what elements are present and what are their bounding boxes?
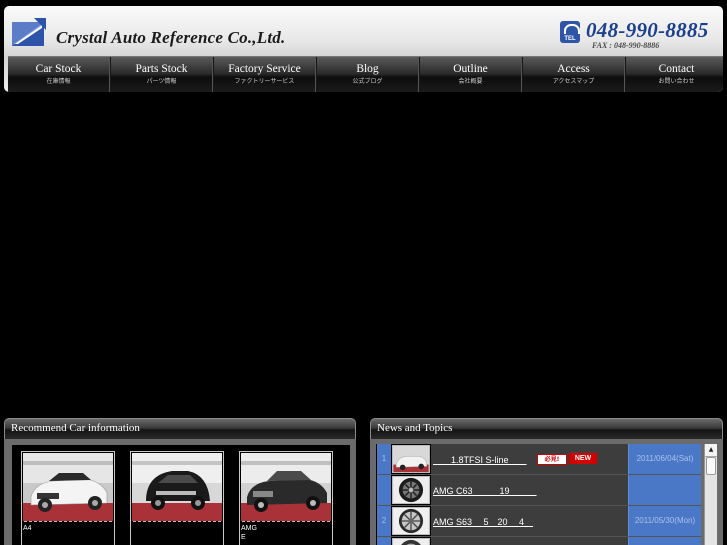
recommend-panel-header: Recommend Car information [4, 418, 356, 439]
phone-number: 048-990-8885 [586, 18, 709, 42]
company-name[interactable]: Crystal Auto Reference Co.,Ltd. [56, 28, 285, 48]
tel-icon-label: TEL [564, 36, 576, 42]
car-caption-line1: AMG [241, 525, 257, 532]
car-caption-line2: E [241, 534, 246, 541]
news-thumbnail[interactable] [392, 445, 430, 473]
news-link[interactable]: AMG C63 19 [433, 484, 537, 497]
news-number [377, 475, 391, 505]
nav-label: Factory Service [228, 63, 301, 75]
news-date: 2011/05/30(Mon) [628, 506, 701, 536]
car-photo[interactable] [132, 453, 222, 521]
news-number [377, 537, 391, 545]
car-card[interactable]: A4 [21, 451, 115, 545]
nav-label: Outline [453, 63, 488, 75]
news-date [628, 537, 701, 545]
caption-divider [242, 521, 330, 522]
nav-item-outline[interactable]: Outline 会社概要 [419, 57, 522, 92]
nav-sublabel: お問い合わせ [658, 78, 695, 85]
nav-sublabel: 在庫情報 [46, 78, 71, 85]
car-card[interactable] [130, 451, 224, 545]
car-caption: AMG E [241, 524, 257, 542]
car-card[interactable]: AMG E [239, 451, 333, 545]
news-number: 2 [377, 506, 391, 536]
news-row[interactable]: AMG C63 19 [377, 475, 701, 506]
car-photo[interactable] [241, 453, 331, 521]
news-title: News and Topics [377, 422, 453, 434]
news-panel: News and Topics 1 1.8TFSI S-line 必見! NEW… [370, 418, 723, 545]
nav-label: Parts Stock [135, 63, 188, 75]
news-row[interactable]: 2 AMG S63 5 20 4 2011/05/30(Mon) [377, 506, 701, 537]
new-badge: NEW [569, 453, 597, 464]
recommend-panel-body: A4 AMG E [4, 439, 356, 545]
nav-label: Blog [356, 63, 379, 75]
nav-sublabel: アクセスマップ [552, 78, 595, 85]
news-row[interactable]: 1 1.8TFSI S-line 必見! NEW 2011/06/04(Sat) [377, 444, 701, 475]
scroll-thumb[interactable] [706, 457, 716, 475]
news-link[interactable]: AMG S63 5 20 4 [433, 515, 533, 528]
wheel-thumbnail[interactable] [392, 507, 430, 535]
nav-label: Car Stock [35, 63, 82, 75]
caption-divider [24, 521, 112, 522]
car-photo[interactable] [23, 453, 113, 521]
recommend-title: Recommend Car information [11, 422, 140, 434]
wheel-thumbnail[interactable] [392, 538, 430, 545]
fax-number: FAX : 048-990-8886 [592, 41, 660, 50]
nav-item-blog[interactable]: Blog 公式ブログ [316, 57, 419, 92]
nav-sublabel: ファクトリーサービス [234, 78, 295, 85]
caption-divider [133, 521, 221, 522]
car-caption-line2: A4 [23, 525, 32, 532]
nav-item-contact[interactable]: Contact お問い合わせ [625, 57, 723, 92]
news-list: 1 1.8TFSI S-line 必見! NEW 2011/06/04(Sat) [376, 444, 701, 545]
nav-item-access[interactable]: Access アクセスマップ [522, 57, 625, 92]
nav-sublabel: 会社概要 [458, 78, 483, 85]
nav-item-car-stock[interactable]: Car Stock 在庫情報 [8, 57, 110, 92]
nav-sublabel: パーツ情報 [146, 78, 177, 85]
news-scrollbar[interactable]: ▲ [704, 444, 717, 545]
news-date [628, 475, 701, 505]
nav-item-parts-stock[interactable]: Parts Stock パーツ情報 [110, 57, 213, 92]
news-panel-header: News and Topics [370, 418, 723, 439]
phone-icon: TEL [560, 21, 580, 43]
car-caption: A4 [23, 524, 32, 533]
nav-sublabel: 公式ブログ [352, 78, 383, 85]
nav-label: Access [557, 63, 590, 75]
news-link[interactable]: 1.8TFSI S-line [433, 453, 527, 466]
recommend-panel: Recommend Car information A4 AMG E [4, 418, 356, 545]
nav-label: Contact [658, 63, 695, 75]
news-cell [431, 537, 628, 545]
logo-icon[interactable] [12, 18, 46, 48]
scroll-up-arrow-icon[interactable]: ▲ [705, 444, 717, 457]
must-see-badge: 必見! [537, 454, 567, 465]
wheel-thumbnail[interactable] [392, 476, 430, 504]
site-header: Crystal Auto Reference Co.,Ltd. TEL 048-… [4, 6, 723, 92]
news-row[interactable] [377, 537, 701, 545]
car-list: A4 AMG E [12, 445, 350, 545]
news-date: 2011/06/04(Sat) [628, 444, 701, 474]
news-panel-body: 1 1.8TFSI S-line 必見! NEW 2011/06/04(Sat) [370, 439, 723, 545]
main-nav: Car Stock 在庫情報 Parts Stock パーツ情報 Factory… [8, 56, 723, 92]
nav-item-factory-service[interactable]: Factory Service ファクトリーサービス [213, 57, 316, 92]
news-number: 1 [377, 444, 391, 474]
